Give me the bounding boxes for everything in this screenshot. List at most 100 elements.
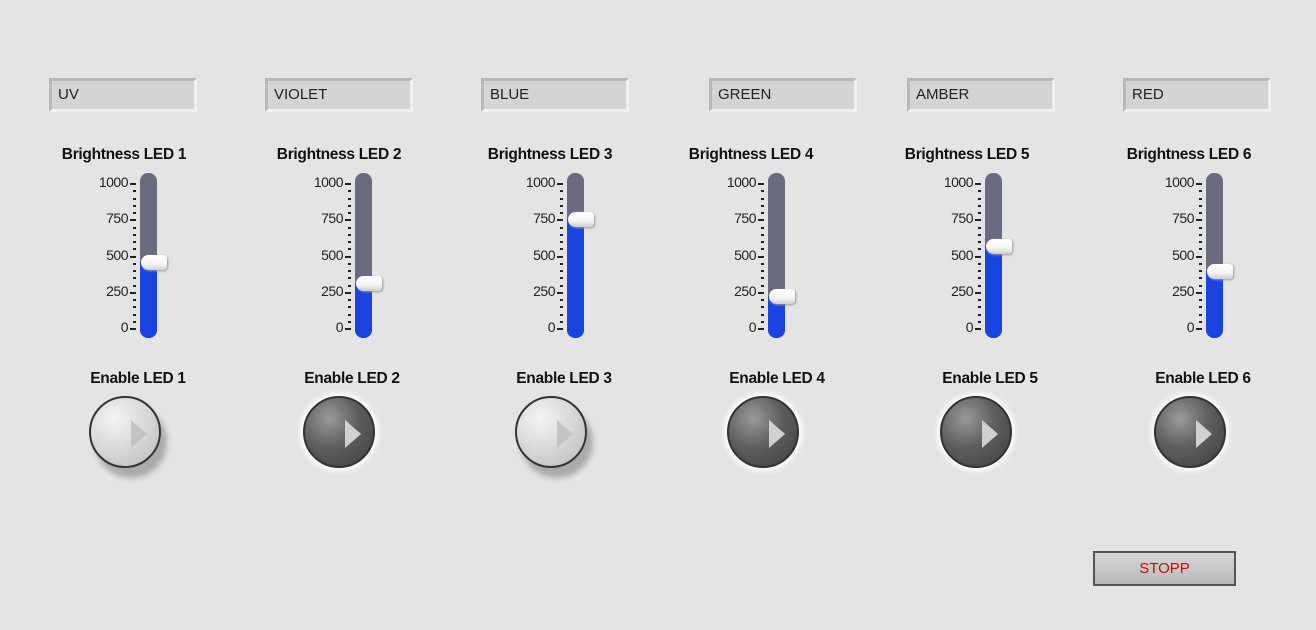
minor-tick bbox=[1199, 233, 1202, 236]
scale-tick-label: 500 bbox=[734, 246, 756, 263]
minor-tick bbox=[560, 270, 563, 272]
play-arrow-icon bbox=[1196, 420, 1212, 448]
minor-tick bbox=[348, 197, 351, 200]
minor-tick bbox=[1199, 190, 1202, 193]
slider-thumb[interactable] bbox=[141, 255, 167, 271]
major-tick bbox=[975, 255, 981, 258]
minor-tick bbox=[133, 226, 136, 229]
minor-tick bbox=[560, 277, 563, 280]
major-tick bbox=[557, 219, 563, 222]
slider-fill bbox=[1206, 271, 1223, 338]
minor-tick bbox=[978, 248, 981, 251]
major-tick bbox=[130, 291, 136, 294]
major-tick bbox=[557, 255, 563, 258]
slider-thumb[interactable] bbox=[1207, 264, 1233, 279]
major-tick bbox=[345, 183, 351, 185]
enable-led-button[interactable] bbox=[303, 396, 375, 468]
slider-fill bbox=[355, 283, 372, 338]
minor-tick bbox=[348, 320, 351, 323]
channel-name-field[interactable]: UV bbox=[49, 78, 197, 112]
minor-tick bbox=[761, 248, 764, 251]
slider-thumb[interactable] bbox=[769, 289, 795, 305]
minor-tick bbox=[560, 262, 563, 265]
major-tick bbox=[1196, 183, 1202, 185]
scale-tick-label: 750 bbox=[951, 210, 973, 227]
brightness-slider[interactable] bbox=[567, 173, 584, 338]
minor-tick bbox=[133, 248, 136, 251]
enable-led-button[interactable] bbox=[727, 396, 799, 468]
minor-tick bbox=[560, 248, 563, 251]
major-tick bbox=[557, 183, 563, 185]
major-tick bbox=[557, 328, 563, 330]
minor-tick bbox=[560, 320, 563, 323]
minor-tick bbox=[1199, 270, 1202, 272]
minor-tick bbox=[761, 299, 764, 301]
channel-name-field[interactable]: VIOLET bbox=[265, 78, 413, 112]
minor-tick bbox=[978, 270, 981, 272]
scale-tick-label: 750 bbox=[1172, 210, 1194, 227]
minor-tick bbox=[133, 270, 136, 272]
minor-tick bbox=[1199, 313, 1202, 316]
minor-tick bbox=[1199, 320, 1202, 323]
minor-tick bbox=[560, 313, 563, 316]
minor-tick bbox=[560, 204, 563, 207]
major-tick bbox=[758, 291, 764, 294]
play-arrow-icon bbox=[131, 420, 147, 448]
channel-name-field[interactable]: BLUE bbox=[481, 78, 629, 112]
minor-tick bbox=[761, 306, 764, 309]
minor-tick bbox=[978, 299, 981, 301]
minor-tick bbox=[133, 299, 136, 301]
minor-tick bbox=[348, 306, 351, 309]
major-tick bbox=[345, 291, 351, 294]
minor-tick bbox=[978, 212, 981, 214]
enable-led-button[interactable] bbox=[1154, 396, 1226, 468]
enable-led-button[interactable] bbox=[940, 396, 1012, 468]
minor-tick bbox=[133, 190, 136, 193]
brightness-slider[interactable] bbox=[355, 173, 372, 338]
minor-tick bbox=[978, 233, 981, 236]
minor-tick bbox=[1199, 306, 1202, 309]
minor-tick bbox=[133, 262, 136, 265]
minor-tick bbox=[348, 226, 351, 229]
major-tick bbox=[975, 328, 981, 330]
minor-tick bbox=[348, 284, 351, 287]
enable-label: Enable LED 1 bbox=[90, 370, 186, 387]
minor-tick bbox=[348, 212, 351, 214]
slider-thumb[interactable] bbox=[356, 276, 382, 292]
scale-tick-label: 500 bbox=[321, 246, 343, 263]
scale-tick-label: 500 bbox=[1172, 246, 1194, 263]
scale-tick-label: 250 bbox=[321, 282, 343, 299]
minor-tick bbox=[348, 204, 351, 207]
channel-name-field[interactable]: GREEN bbox=[709, 78, 857, 112]
minor-tick bbox=[761, 320, 764, 323]
scale-tick-label: 0 bbox=[120, 319, 129, 335]
enable-led-button[interactable] bbox=[515, 396, 587, 468]
major-tick bbox=[130, 328, 136, 330]
scale-tick-label: 1000 bbox=[98, 174, 129, 190]
minor-tick bbox=[133, 233, 136, 236]
minor-tick bbox=[761, 197, 764, 200]
minor-tick bbox=[761, 226, 764, 229]
enable-label: Enable LED 4 bbox=[729, 370, 825, 387]
minor-tick bbox=[1199, 212, 1202, 214]
brightness-slider[interactable] bbox=[1206, 173, 1223, 338]
minor-tick bbox=[348, 233, 351, 236]
scale-tick-label: 750 bbox=[734, 210, 756, 227]
minor-tick bbox=[560, 306, 563, 309]
major-tick bbox=[975, 219, 981, 222]
scale-tick-label: 250 bbox=[106, 282, 128, 299]
enable-led-button[interactable] bbox=[89, 396, 161, 468]
slider-thumb[interactable] bbox=[986, 239, 1012, 255]
minor-tick bbox=[761, 204, 764, 207]
slider-thumb[interactable] bbox=[568, 212, 594, 228]
brightness-label: Brightness LED 5 bbox=[904, 146, 1030, 163]
channel-name-field[interactable]: RED bbox=[1123, 78, 1271, 112]
stop-button[interactable]: STOPP bbox=[1093, 551, 1236, 586]
channel-name-field[interactable]: AMBER bbox=[907, 78, 1055, 112]
brightness-slider[interactable] bbox=[985, 173, 1002, 338]
minor-tick bbox=[560, 190, 563, 193]
brightness-slider[interactable] bbox=[768, 173, 785, 338]
minor-tick bbox=[1199, 262, 1202, 265]
minor-tick bbox=[978, 241, 981, 243]
minor-tick bbox=[1199, 299, 1202, 301]
